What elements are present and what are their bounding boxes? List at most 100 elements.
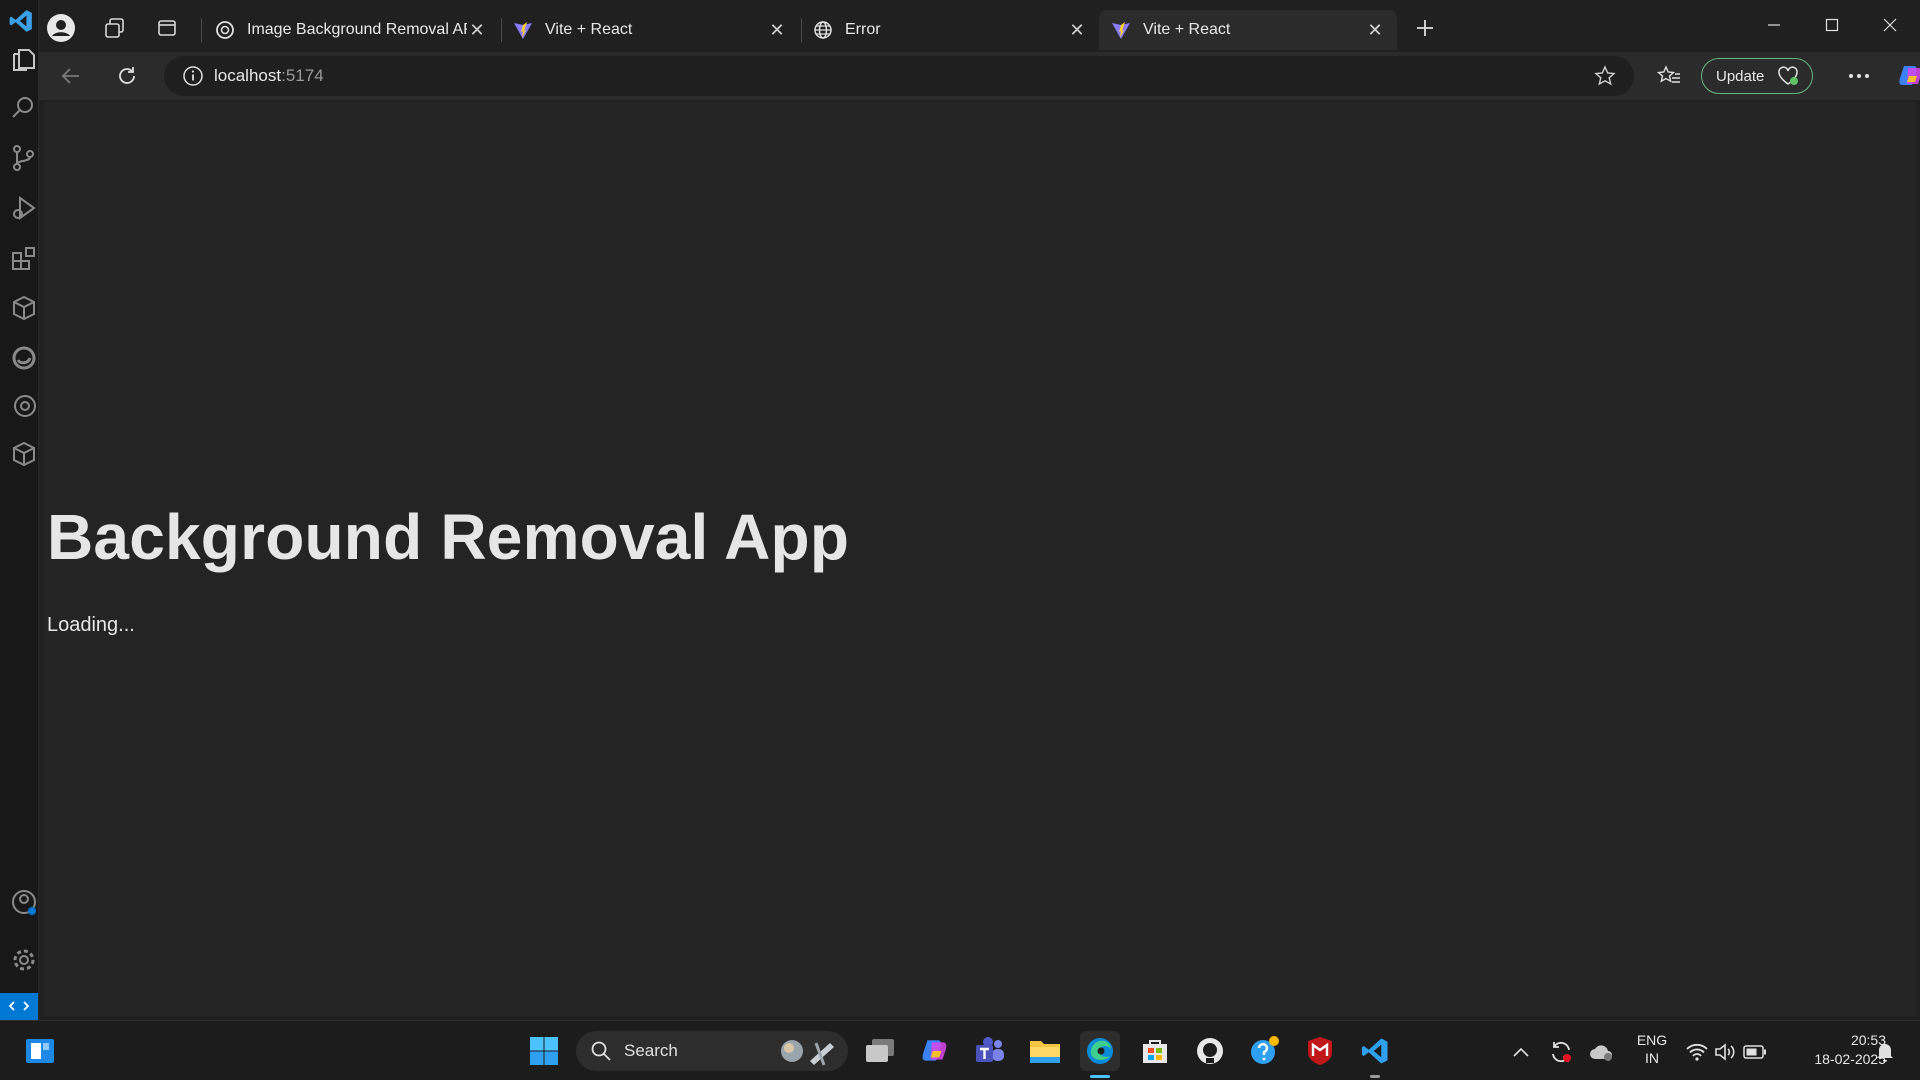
remote-indicator[interactable] — [0, 993, 38, 1020]
sync-status-button[interactable] — [1548, 1039, 1574, 1065]
update-label: Update — [1716, 67, 1765, 85]
teams-button[interactable] — [970, 1031, 1010, 1071]
maximize-icon — [1825, 18, 1839, 32]
get-help-button[interactable] — [1245, 1031, 1285, 1071]
task-view-button[interactable] — [860, 1031, 900, 1071]
favorites-button[interactable] — [1651, 60, 1687, 92]
notifications-button[interactable] — [1872, 1039, 1898, 1065]
volume-button[interactable] — [1712, 1039, 1738, 1065]
close-tab-button[interactable]: ✕ — [1365, 20, 1385, 40]
edge-taskbar-button[interactable] — [1080, 1031, 1120, 1071]
search-icon[interactable] — [10, 94, 38, 122]
active-app-indicator — [1090, 1075, 1110, 1078]
url-host: localhost — [214, 66, 282, 85]
vscode-taskbar-button[interactable] — [1355, 1031, 1395, 1071]
source-control-icon[interactable] — [10, 144, 38, 172]
github-icon — [1197, 1038, 1223, 1064]
close-window-button[interactable] — [1861, 0, 1919, 50]
search-icon — [591, 1041, 611, 1061]
accounts-mention-icon[interactable] — [10, 392, 38, 420]
new-tab-button[interactable] — [1409, 12, 1441, 44]
vite-icon — [1111, 20, 1131, 40]
language-indicator[interactable]: ENG IN — [1632, 1031, 1672, 1067]
windows-logo-icon — [530, 1037, 558, 1065]
close-tab-button[interactable]: ✕ — [767, 20, 787, 40]
file-explorer-button[interactable] — [1025, 1031, 1065, 1071]
taskbar-search-box[interactable]: Search — [576, 1031, 848, 1071]
back-arrow-icon — [61, 68, 79, 84]
language-code: ENG — [1636, 1032, 1668, 1048]
minimize-icon — [1768, 24, 1780, 26]
page-heading: Background Removal App — [47, 501, 850, 573]
teams-icon — [976, 1037, 1004, 1062]
close-tab-button[interactable]: ✕ — [467, 20, 487, 40]
region-code: IN — [1645, 1050, 1659, 1066]
edge-icon — [1087, 1038, 1113, 1064]
battery-button[interactable] — [1742, 1039, 1768, 1065]
globe-icon — [813, 20, 833, 40]
vite-icon — [513, 20, 533, 40]
update-button[interactable]: Update — [1701, 58, 1813, 94]
refresh-button[interactable] — [109, 60, 145, 92]
search-highlight-image-icon — [781, 1040, 834, 1066]
taskbar: Search ENG IN 20:53 18-02-2025 — [0, 1020, 1920, 1080]
address-bar[interactable]: localhost:5174 — [164, 56, 1634, 96]
mcafee-button[interactable] — [1300, 1031, 1340, 1071]
favorite-star-icon[interactable] — [1594, 65, 1616, 87]
account-icon[interactable] — [10, 888, 38, 916]
folder-icon — [1030, 1041, 1060, 1063]
start-button[interactable] — [524, 1031, 564, 1071]
tab-vite-react-active[interactable]: Vite + React ✕ — [1099, 10, 1397, 50]
containers-icon[interactable] — [10, 440, 38, 468]
workspaces-button[interactable] — [99, 12, 131, 44]
clock[interactable]: 20:53 18-02-2025 — [1780, 1031, 1886, 1069]
task-view-icon — [866, 1039, 894, 1062]
copilot-icon — [922, 1040, 947, 1061]
battery-icon — [1743, 1045, 1766, 1059]
speaker-icon — [1715, 1043, 1735, 1061]
minimize-button[interactable] — [1745, 0, 1803, 50]
microsoft-store-button[interactable] — [1135, 1031, 1175, 1071]
workspaces-icon — [105, 18, 124, 38]
more-dots-icon — [1849, 74, 1869, 78]
url-port: :5174 — [281, 66, 324, 85]
tab-title: Error — [845, 21, 881, 38]
search-placeholder: Search — [624, 1041, 678, 1060]
extensions-icon[interactable] — [10, 244, 38, 272]
explorer-icon[interactable] — [10, 46, 38, 74]
clock-date: 18-02-2025 — [1814, 1051, 1886, 1067]
vertical-tabs-button[interactable] — [151, 12, 183, 44]
profile-button[interactable] — [45, 12, 77, 44]
remote-explorer-icon[interactable] — [10, 294, 38, 322]
profile-avatar-icon — [47, 14, 75, 42]
plus-icon — [1417, 20, 1433, 36]
widgets-button[interactable] — [20, 1031, 60, 1071]
manage-gear-icon[interactable] — [10, 946, 38, 974]
widgets-icon — [26, 1039, 54, 1063]
close-tab-button[interactable]: ✕ — [1067, 20, 1087, 40]
page-content: Background Removal App Loading... — [43, 102, 1917, 1016]
close-icon — [1883, 18, 1897, 32]
show-hidden-icons-button[interactable] — [1508, 1039, 1534, 1065]
copilot-taskbar-button[interactable] — [915, 1031, 955, 1071]
onedrive-button[interactable] — [1588, 1039, 1614, 1065]
back-button[interactable] — [53, 60, 89, 92]
tab-title: Image Background Removal API — [247, 21, 467, 38]
tab-error[interactable]: Error ✕ — [801, 10, 1099, 50]
vscode-icon — [1361, 1038, 1388, 1064]
settings-more-button[interactable] — [1841, 60, 1877, 92]
wifi-button[interactable] — [1684, 1039, 1710, 1065]
sync-icon — [1552, 1041, 1571, 1063]
tab-image-background-removal-api[interactable]: Image Background Removal API ✕ — [203, 10, 499, 50]
browser-toolbar: localhost:5174 Update — [39, 52, 1920, 100]
site-info-icon[interactable] — [182, 65, 204, 87]
run-debug-icon[interactable] — [10, 194, 38, 222]
github-button[interactable] — [1190, 1031, 1230, 1071]
mcafee-shield-icon — [1308, 1037, 1332, 1065]
tab-vite-react[interactable]: Vite + React ✕ — [501, 10, 799, 50]
copilot-button[interactable] — [1893, 60, 1920, 92]
tab-divider — [201, 18, 202, 42]
cloud-icon — [1590, 1045, 1612, 1061]
edge-devtools-icon[interactable] — [10, 344, 38, 372]
maximize-button[interactable] — [1803, 0, 1861, 50]
